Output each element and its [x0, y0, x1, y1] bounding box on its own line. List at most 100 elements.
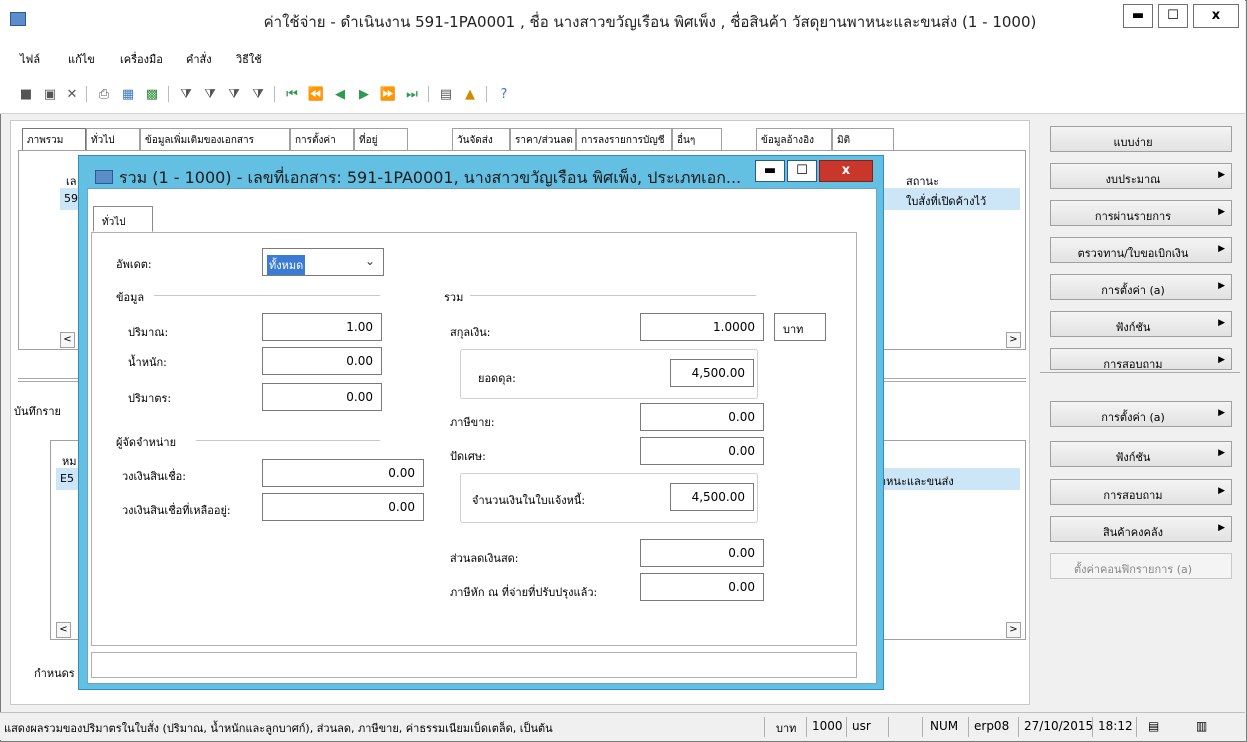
group-divider	[196, 440, 380, 441]
status-divider	[1018, 717, 1019, 737]
menu-edit[interactable]: แก้ไข	[68, 50, 95, 68]
total-group-label: รวม	[444, 291, 464, 304]
balance-field[interactable]: 4,500.00	[670, 359, 754, 387]
inventory-button[interactable]: สินค้าคงคลัง ▶	[1050, 516, 1232, 542]
previous-page-icon[interactable]: ⏪	[308, 86, 324, 102]
dialog-status-bar	[91, 652, 857, 678]
status-currency[interactable]: บาท	[776, 719, 796, 737]
dialog-close-button[interactable]: x	[819, 160, 873, 182]
line-setup-button[interactable]: การตั้งค่า (a) ▶	[1050, 401, 1232, 427]
tab-reference[interactable]: ข้อมูลอ้างอิง	[756, 128, 832, 150]
grid-cell-status: ใบสั่งที่เปิดค้างไว้	[906, 195, 987, 208]
group-divider	[470, 295, 756, 296]
menu-help[interactable]: วิธีใช้	[236, 50, 262, 68]
save-icon[interactable]: ▣	[42, 86, 58, 102]
cash-discount-label: ส่วนลดเงินสด:	[450, 552, 519, 565]
weight-field[interactable]: 0.00	[262, 347, 382, 375]
budget-button[interactable]: งบประมาณ ▶	[1050, 163, 1232, 189]
weight-label: น้ำหนัก:	[128, 356, 167, 369]
function-button[interactable]: ฟังก์ชัน ▶	[1050, 311, 1232, 337]
status-divider	[1136, 717, 1137, 737]
tab-additional-info[interactable]: ข้อมูลเพิ่มเติมของเอกสาร	[140, 128, 290, 150]
status-divider	[1092, 717, 1093, 737]
maximize-button[interactable]: ☐	[1158, 4, 1188, 28]
status-company[interactable]: 1000	[812, 719, 843, 733]
next-page-icon[interactable]: ⏩	[380, 86, 396, 102]
posting-button[interactable]: การผ่านรายการ ▶	[1050, 200, 1232, 226]
print-icon[interactable]: ⎙	[96, 86, 112, 102]
review-requisition-button[interactable]: ตรวจทาน/ใบขอเบิกเงิน ▶	[1050, 237, 1232, 263]
scroll-left-button[interactable]: <	[60, 332, 75, 348]
first-record-icon[interactable]: ⏮	[284, 86, 300, 102]
toolbar-separator	[274, 86, 275, 102]
tab-general[interactable]: ทั่วไป	[86, 128, 140, 150]
excel-icon[interactable]: ▩	[144, 86, 160, 102]
advanced-filter-icon[interactable]: ⧩	[226, 86, 242, 102]
status-divider	[846, 717, 847, 737]
cash-discount-field[interactable]: 0.00	[640, 539, 764, 567]
grid-cell: 59	[64, 192, 78, 205]
preview-icon[interactable]: ▦	[120, 86, 136, 102]
help-icon[interactable]: ?	[496, 86, 512, 102]
volume-field[interactable]: 0.00	[262, 383, 382, 411]
menu-command[interactable]: คำสั่ง	[186, 50, 212, 68]
tab-setup[interactable]: การตั้งค่า	[290, 128, 354, 150]
toolbar-separator	[428, 86, 429, 102]
menu-file[interactable]: ไฟล์	[20, 50, 40, 68]
toolbar-separator	[486, 86, 487, 102]
inquiry-button[interactable]: การสอบถาม ▶	[1050, 348, 1232, 371]
database-icon[interactable]: ▥	[1196, 719, 1207, 733]
tab-dimension[interactable]: มิติ	[832, 128, 894, 150]
last-record-icon[interactable]: ⏭	[404, 86, 420, 102]
attachment-icon[interactable]: ▤	[438, 86, 454, 102]
setup-button[interactable]: การตั้งค่า (a) ▶	[1050, 274, 1232, 300]
minimize-button[interactable]: ▬	[1123, 4, 1153, 28]
new-icon[interactable]: ■	[18, 86, 34, 102]
currency-rate-field[interactable]: 1.0000	[640, 313, 764, 341]
tab-delivery[interactable]: วันจัดส่ง	[452, 128, 510, 150]
scroll-right-button[interactable]: >	[1006, 332, 1021, 348]
notification-icon[interactable]: ▤	[1148, 719, 1159, 733]
close-button[interactable]: x	[1193, 4, 1239, 28]
filter-select-icon[interactable]: ⧩	[202, 86, 218, 102]
credit-remaining-field[interactable]: 0.00	[262, 493, 424, 521]
tab-overview[interactable]: ภาพรวม	[22, 128, 86, 150]
line-function-button[interactable]: ฟังก์ชัน ▶	[1050, 441, 1232, 467]
tab-other[interactable]: อื่นๆ	[672, 128, 722, 150]
status-divider	[968, 717, 969, 737]
quantity-field[interactable]: 1.00	[262, 313, 382, 341]
dialog-maximize-button[interactable]: ☐	[787, 160, 817, 182]
scroll-right-button[interactable]: >	[1006, 622, 1021, 638]
invoice-amount-label: จำนวนเงินในใบแจ้งหนี้:	[472, 494, 586, 507]
sales-tax-field[interactable]: 0.00	[640, 403, 764, 431]
dialog-app-icon	[95, 170, 113, 184]
previous-record-icon[interactable]: ◀	[332, 86, 348, 102]
line-inquiry-button[interactable]: การสอบถาม ▶	[1050, 479, 1232, 505]
remove-filter-icon[interactable]: ⧩	[250, 86, 266, 102]
next-record-icon[interactable]: ▶	[356, 86, 372, 102]
tab-address[interactable]: ที่อยู่	[354, 128, 408, 150]
alert-icon[interactable]: ▲	[462, 86, 478, 102]
tab-price-discount[interactable]: ราคา/ส่วนลด	[510, 128, 576, 150]
tab-posting[interactable]: การลงรายการบัญชี	[576, 128, 672, 150]
menu-tools[interactable]: เครื่องมือ	[120, 50, 163, 68]
delete-icon[interactable]: ✕	[64, 86, 80, 102]
invoice-amount-field[interactable]: 4,500.00	[670, 483, 754, 511]
currency-code-field[interactable]: บาท	[774, 313, 826, 341]
credit-limit-field[interactable]: 0.00	[262, 459, 424, 487]
simple-button[interactable]: แบบง่าย	[1050, 126, 1232, 152]
update-label: อัพเดต:	[116, 258, 152, 271]
withholding-tax-label: ภาษีหัก ณ ที่จ่ายที่ปรับปรุงแล้ว:	[450, 586, 598, 599]
dialog-tab-general[interactable]: ทั่วไป	[93, 206, 153, 232]
scroll-left-button[interactable]: <	[56, 622, 71, 638]
configure-line-button[interactable]: ตั้งค่าคอนฟิกรายการ (a)	[1050, 553, 1232, 579]
status-divider	[888, 717, 889, 737]
toolbar-separator	[168, 86, 169, 102]
dialog-minimize-button[interactable]: ▬	[755, 160, 785, 182]
withholding-tax-field[interactable]: 0.00	[640, 573, 764, 601]
filter-icon[interactable]: ⧩	[178, 86, 194, 102]
rounding-field[interactable]: 0.00	[640, 437, 764, 465]
lines-bottom-label: กำหนดร	[34, 667, 75, 680]
vendor-group-label: ผู้จัดจำหน่าย	[116, 436, 177, 449]
update-select[interactable]: ทั้งหมด ⌄	[262, 248, 384, 276]
